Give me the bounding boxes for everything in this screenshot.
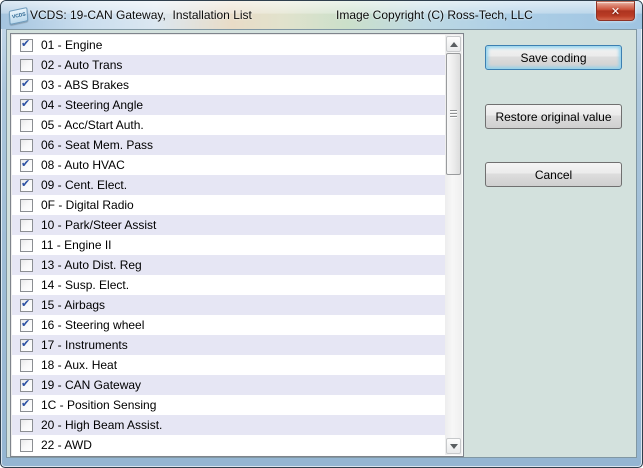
scrollbar-thumb[interactable] bbox=[446, 53, 461, 175]
module-checkbox[interactable] bbox=[20, 118, 33, 132]
module-checkbox[interactable] bbox=[20, 397, 33, 412]
module-checkbox[interactable] bbox=[20, 157, 33, 172]
module-list-row[interactable]: 04 - Steering Angle bbox=[12, 95, 446, 115]
module-list-row[interactable]: 09 - Cent. Elect. bbox=[12, 175, 446, 195]
module-checkbox[interactable] bbox=[20, 138, 33, 152]
module-checkbox[interactable] bbox=[20, 358, 33, 372]
module-list-row[interactable]: 10 - Park/Steer Assist bbox=[12, 215, 446, 235]
save-coding-button[interactable]: Save coding bbox=[485, 45, 622, 70]
module-checkbox[interactable] bbox=[20, 198, 33, 212]
scrollbar-grip-icon bbox=[450, 110, 457, 111]
module-label: 18 - Aux. Heat bbox=[41, 358, 118, 372]
scroll-up-button[interactable] bbox=[446, 36, 461, 52]
module-checkbox[interactable] bbox=[20, 377, 33, 392]
module-checkbox[interactable] bbox=[20, 37, 33, 52]
copyright-text: Image Copyright (C) Ross-Tech, LLC bbox=[336, 8, 533, 22]
module-label: 19 - CAN Gateway bbox=[41, 378, 142, 392]
module-label: 03 - ABS Brakes bbox=[41, 78, 130, 92]
module-label: 16 - Steering wheel bbox=[41, 318, 145, 332]
module-checkbox[interactable] bbox=[20, 58, 33, 72]
module-checkbox[interactable] bbox=[20, 297, 33, 312]
module-checkbox[interactable] bbox=[20, 278, 33, 292]
module-checkbox[interactable] bbox=[20, 218, 33, 232]
module-list-row[interactable]: 18 - Aux. Heat bbox=[12, 355, 446, 375]
module-checkbox[interactable] bbox=[20, 337, 33, 352]
module-label: 01 - Engine bbox=[41, 38, 103, 52]
module-checkbox[interactable] bbox=[20, 177, 33, 192]
module-list-row[interactable]: 14 - Susp. Elect. bbox=[12, 275, 446, 295]
module-checkbox[interactable] bbox=[20, 238, 33, 252]
module-label: 14 - Susp. Elect. bbox=[41, 278, 130, 292]
vcds-logo-text: VCDS bbox=[11, 11, 26, 21]
module-list-row[interactable]: 1C - Position Sensing bbox=[12, 395, 446, 415]
module-list-row[interactable]: 11 - Engine II bbox=[12, 235, 446, 255]
module-checkbox[interactable] bbox=[20, 77, 33, 92]
module-list-row[interactable]: 17 - Instruments bbox=[12, 335, 446, 355]
module-label: 10 - Park/Steer Assist bbox=[41, 218, 157, 232]
module-list-rows: 01 - Engine 02 - Auto Trans 03 - ABS Bra… bbox=[12, 35, 446, 455]
close-button[interactable]: ✕ bbox=[596, 1, 635, 21]
module-label: 06 - Seat Mem. Pass bbox=[41, 138, 154, 152]
module-list-row[interactable]: 22 - AWD bbox=[12, 435, 446, 455]
module-label: 13 - Auto Dist. Reg bbox=[41, 258, 142, 272]
arrow-up-icon bbox=[449, 41, 458, 47]
module-list-row[interactable]: 06 - Seat Mem. Pass bbox=[12, 135, 446, 155]
module-checkbox[interactable] bbox=[20, 317, 33, 332]
scroll-down-button[interactable] bbox=[446, 438, 461, 454]
module-list-row[interactable]: 02 - Auto Trans bbox=[12, 55, 446, 75]
module-list-row[interactable]: 15 - Airbags bbox=[12, 295, 446, 315]
module-label: 09 - Cent. Elect. bbox=[41, 178, 128, 192]
module-label: 15 - Airbags bbox=[41, 298, 106, 312]
module-label: 02 - Auto Trans bbox=[41, 58, 123, 72]
module-list-row[interactable]: 20 - High Beam Assist. bbox=[12, 415, 446, 435]
module-label: 17 - Instruments bbox=[41, 338, 128, 352]
module-list-row[interactable]: 16 - Steering wheel bbox=[12, 315, 446, 335]
module-label: 08 - Auto HVAC bbox=[41, 158, 125, 172]
module-checkbox[interactable] bbox=[20, 97, 33, 112]
restore-original-value-button[interactable]: Restore original value bbox=[485, 104, 622, 129]
module-label: 04 - Steering Angle bbox=[41, 98, 144, 112]
module-checkbox[interactable] bbox=[20, 418, 33, 432]
module-label: 20 - High Beam Assist. bbox=[41, 418, 163, 432]
module-list-row[interactable]: 08 - Auto HVAC bbox=[12, 155, 446, 175]
close-icon: ✕ bbox=[610, 4, 621, 18]
module-label: 1C - Position Sensing bbox=[41, 398, 157, 412]
module-label: 11 - Engine II bbox=[41, 238, 112, 252]
title-bar[interactable]: VCDS VCDS: 19-CAN Gateway, Installation … bbox=[1, 1, 642, 29]
module-label: 22 - AWD bbox=[41, 438, 92, 452]
vertical-scrollbar[interactable] bbox=[445, 35, 462, 455]
arrow-down-icon bbox=[449, 443, 458, 449]
module-checkbox[interactable] bbox=[20, 438, 33, 452]
cancel-button[interactable]: Cancel bbox=[485, 162, 622, 187]
module-label: 0F - Digital Radio bbox=[41, 198, 134, 212]
module-list-row[interactable]: 05 - Acc/Start Auth. bbox=[12, 115, 446, 135]
module-checkbox[interactable] bbox=[20, 258, 33, 272]
window-title: VCDS: 19-CAN Gateway, Installation List bbox=[30, 8, 252, 22]
module-list-row[interactable]: 19 - CAN Gateway bbox=[12, 375, 446, 395]
vcds-logo-icon: VCDS bbox=[8, 6, 29, 26]
client-area: 01 - Engine 02 - Auto Trans 03 - ABS Bra… bbox=[6, 29, 637, 458]
module-label: 05 - Acc/Start Auth. bbox=[41, 118, 144, 132]
vcds-window: VCDS VCDS: 19-CAN Gateway, Installation … bbox=[0, 0, 643, 468]
module-list-row[interactable]: 01 - Engine bbox=[12, 35, 446, 55]
module-list-row[interactable]: 03 - ABS Brakes bbox=[12, 75, 446, 95]
module-list-row[interactable]: 13 - Auto Dist. Reg bbox=[12, 255, 446, 275]
module-listbox[interactable]: 01 - Engine 02 - Auto Trans 03 - ABS Bra… bbox=[10, 33, 464, 457]
module-list-row[interactable]: 0F - Digital Radio bbox=[12, 195, 446, 215]
